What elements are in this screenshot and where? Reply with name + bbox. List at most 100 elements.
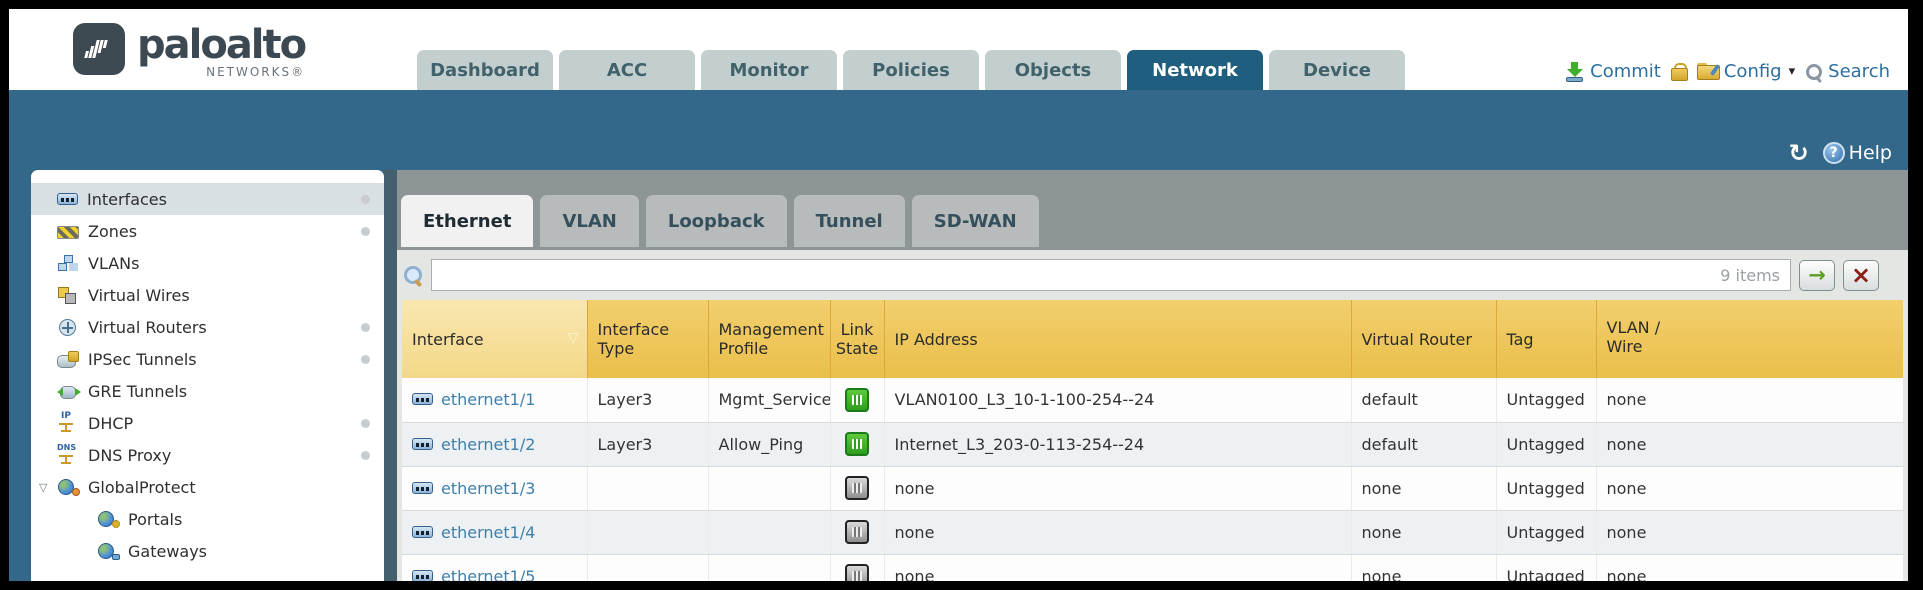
commit-button[interactable]: Commit <box>1565 61 1661 82</box>
interface-link[interactable]: ethernet1/3 <box>441 479 535 498</box>
table-row: ethernet1/3 none none Untagged none <box>402 466 1903 510</box>
nav-tab-policies[interactable]: Policies <box>843 50 979 90</box>
tab-body: 9 items → × Interfac <box>397 250 1908 581</box>
status-dot <box>361 419 370 428</box>
status-dot <box>361 451 370 460</box>
column-header-tag[interactable]: Tag <box>1496 300 1596 378</box>
status-dot <box>361 323 370 332</box>
config-label: Config <box>1724 61 1782 82</box>
filter-row: 9 items → × <box>402 250 1903 300</box>
column-header-interface[interactable]: Interface ▽ <box>402 300 587 378</box>
sidebar-item-gre-tunnels[interactable]: GRE Tunnels <box>31 375 384 407</box>
interface-icon <box>412 438 433 450</box>
column-header-link-state[interactable]: Link State <box>830 300 884 378</box>
brand-name: paloalto <box>137 23 305 67</box>
interface-icon <box>412 482 433 494</box>
main-area: Interfaces Zones VLANs Virtual Wires Vir… <box>9 170 1908 581</box>
sidebar-item-zones[interactable]: Zones <box>31 215 384 247</box>
table-header-row: Interface ▽ Interface Type Management Pr… <box>402 300 1903 378</box>
sort-icon[interactable]: ▽ <box>568 330 579 346</box>
table-row: ethernet1/2 Layer3 Allow_Ping Internet_L… <box>402 422 1903 466</box>
help-label: Help <box>1849 142 1892 164</box>
column-header-virtual-router[interactable]: Virtual Router <box>1351 300 1496 378</box>
nav-tab-acc[interactable]: ACC <box>559 50 695 90</box>
nav-tab-network[interactable]: Network <box>1127 50 1263 90</box>
commit-icon <box>1565 62 1585 82</box>
tab-ethernet[interactable]: Ethernet <box>401 195 533 247</box>
column-header-interface-type[interactable]: Interface Type <box>587 300 708 378</box>
column-header-vlan-wire[interactable]: VLAN / Wire <box>1596 300 1903 378</box>
help-icon: ? <box>1823 142 1845 164</box>
gre-tunnels-icon <box>57 383 79 399</box>
chevron-down-icon: ▾ <box>1789 64 1796 79</box>
status-dot <box>361 227 370 236</box>
tab-tunnel[interactable]: Tunnel <box>794 195 905 247</box>
nav-tab-objects[interactable]: Objects <box>985 50 1121 90</box>
column-header-management-profile[interactable]: Management Profile <box>708 300 830 378</box>
table-row: ethernet1/4 none none Untagged none <box>402 510 1903 554</box>
sidebar-item-virtual-wires[interactable]: Virtual Wires <box>31 279 384 311</box>
tab-loopback[interactable]: Loopback <box>646 195 787 247</box>
sidebar-item-vlans[interactable]: VLANs <box>31 247 384 279</box>
table-row: ethernet1/1 Layer3 Mgmt_Services VLAN010… <box>402 378 1903 422</box>
apply-filter-button[interactable]: → <box>1799 260 1835 291</box>
interface-icon <box>412 393 433 405</box>
nav-tab-device[interactable]: Device <box>1269 50 1405 90</box>
commit-label: Commit <box>1590 61 1661 82</box>
paloalto-logo: paloalto NETWORKS® <box>73 23 305 79</box>
sidebar-item-globalprotect[interactable]: ▽ GlobalProtect <box>31 471 384 503</box>
items-count: 9 items <box>1720 266 1780 285</box>
lock-icon[interactable] <box>1671 63 1687 81</box>
sidebar-item-ipsec-tunnels[interactable]: IPSec Tunnels <box>31 343 384 375</box>
expand-icon[interactable]: ▽ <box>39 481 47 494</box>
virtual-routers-icon <box>57 319 79 335</box>
sidebar-item-interfaces[interactable]: Interfaces <box>31 183 384 215</box>
link-state-up-icon <box>845 388 869 412</box>
interface-type-tabs: Ethernet VLAN Loopback Tunnel SD-WAN <box>397 170 1908 250</box>
vlans-icon <box>57 255 79 271</box>
interface-link[interactable]: ethernet1/2 <box>441 435 535 454</box>
sidebar-item-dhcp[interactable]: DHCP <box>31 407 384 439</box>
gateways-icon <box>97 543 119 559</box>
sidebar: Interfaces Zones VLANs Virtual Wires Vir… <box>31 170 384 581</box>
portals-icon <box>97 511 119 527</box>
config-menu-button[interactable]: Config ▾ <box>1697 61 1795 82</box>
interface-icon <box>412 570 433 582</box>
clear-filter-button[interactable]: × <box>1843 260 1879 291</box>
content-panel: Ethernet VLAN Loopback Tunnel SD-WAN 9 i… <box>384 170 1908 581</box>
virtual-wires-icon <box>57 287 79 303</box>
nav-tab-monitor[interactable]: Monitor <box>701 50 837 90</box>
brand-subtitle: NETWORKS® <box>206 65 305 79</box>
filter-input[interactable]: 9 items <box>431 259 1791 291</box>
tab-vlan[interactable]: VLAN <box>540 195 638 247</box>
sidebar-item-gateways[interactable]: Gateways <box>31 535 384 567</box>
status-dot <box>361 195 370 204</box>
interface-link[interactable]: ethernet1/5 <box>441 567 535 582</box>
search-label: Search <box>1828 61 1890 82</box>
sidebar-item-portals[interactable]: Portals <box>31 503 384 535</box>
app-window: paloalto NETWORKS® Dashboard ACC Monitor… <box>9 9 1908 581</box>
link-state-down-icon <box>845 520 869 544</box>
filter-search-icon <box>404 266 423 285</box>
interface-link[interactable]: ethernet1/1 <box>441 390 535 409</box>
link-state-up-icon <box>845 432 869 456</box>
search-icon <box>1805 63 1823 81</box>
column-header-ip-address[interactable]: IP Address <box>884 300 1351 378</box>
nav-tab-dashboard[interactable]: Dashboard <box>417 50 553 90</box>
help-button[interactable]: ? Help <box>1823 142 1892 164</box>
secondary-bar: ↻ ? Help <box>9 90 1908 170</box>
search-button[interactable]: Search <box>1805 61 1890 82</box>
tab-sdwan[interactable]: SD-WAN <box>912 195 1039 247</box>
config-icon <box>1697 63 1719 80</box>
zones-icon <box>57 226 79 239</box>
refresh-icon[interactable]: ↻ <box>1789 143 1809 163</box>
sidebar-item-virtual-routers[interactable]: Virtual Routers <box>31 311 384 343</box>
link-state-down-icon <box>845 476 869 500</box>
status-dot <box>361 355 370 364</box>
interface-icon <box>412 526 433 538</box>
paloalto-logo-icon <box>73 23 125 75</box>
interfaces-table: Interface ▽ Interface Type Management Pr… <box>402 300 1903 581</box>
sidebar-item-dns-proxy[interactable]: DNS Proxy <box>31 439 384 471</box>
interface-link[interactable]: ethernet1/4 <box>441 523 535 542</box>
top-bar: paloalto NETWORKS® Dashboard ACC Monitor… <box>9 9 1908 90</box>
